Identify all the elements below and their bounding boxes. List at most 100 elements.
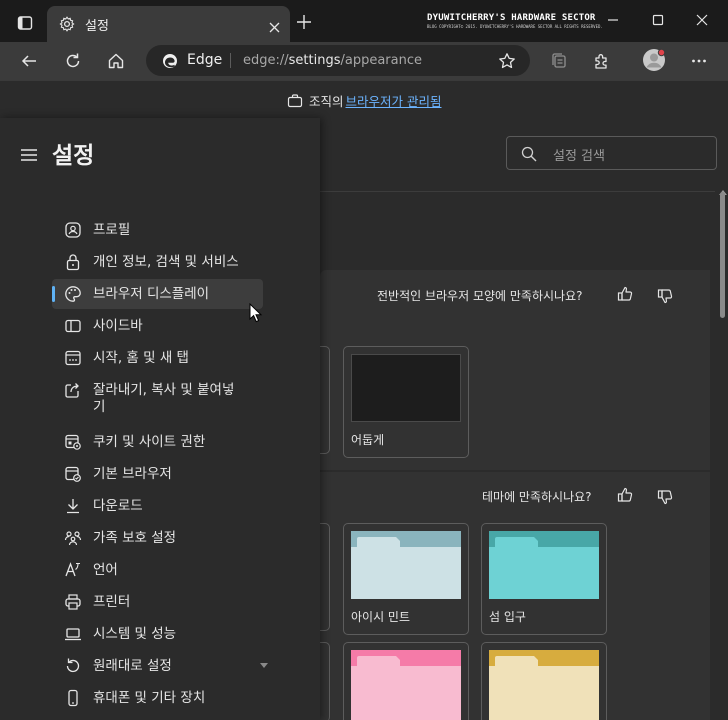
theme-label: 섬 입구	[489, 610, 526, 624]
managed-prefix: 조직의	[309, 94, 344, 109]
close-window-icon[interactable]	[694, 12, 710, 28]
sidebar-item-start-home[interactable]: 시작, 홈 및 새 탭	[52, 343, 263, 373]
more-menu-icon[interactable]	[687, 50, 711, 72]
sidebar-item-label: 프로필	[93, 222, 131, 238]
tab-actions-button[interactable]	[10, 11, 40, 35]
theme-label: 아이시 민트	[351, 610, 411, 624]
hamburger-menu-icon[interactable]	[20, 147, 38, 166]
briefcase-icon	[287, 93, 303, 108]
sidebar-item-reset[interactable]: 원래대로 설정	[52, 651, 268, 681]
theme-card-pink[interactable]	[343, 642, 469, 720]
url-text[interactable]: edge://settings/appearance	[243, 53, 422, 68]
theme-card-icy-mint[interactable]: 아이시 민트	[343, 523, 469, 635]
theme-label: 어둡게	[351, 433, 385, 447]
laptop-icon	[65, 628, 81, 641]
minimize-icon[interactable]	[605, 12, 621, 28]
watermark-subtitle: BLOG COPYRIGHT© 2015. DYUWITCHERRY'S HAR…	[427, 24, 603, 29]
default-browser-icon	[65, 466, 81, 482]
sidebar-item-label: 브라우저 디스플레이	[93, 286, 210, 302]
sidebar-item-label: 잘라내기, 복사 및 붙여넣	[93, 382, 235, 398]
sidebar-item-label-cont: 기	[93, 399, 106, 415]
address-divider	[230, 53, 231, 68]
scrollbar[interactable]	[718, 180, 728, 720]
folder-theme-preview	[351, 531, 461, 599]
sidebar-item-default-browser[interactable]: 기본 브라우저	[52, 459, 263, 489]
address-bar[interactable]: Edge edge://settings/appearance	[146, 45, 530, 76]
thumbs-down-icon[interactable]	[657, 489, 673, 509]
sidebar-item-sidebar[interactable]: 사이드바	[52, 311, 263, 341]
sidebar-icon	[65, 319, 81, 333]
sidebar-item-appearance[interactable]: 브라우저 디스플레이	[52, 279, 263, 309]
theme-card-dark[interactable]: 어둡게	[343, 346, 469, 458]
sidebar-item-label: 다운로드	[93, 498, 143, 514]
settings-sidebar: 설정 프로필 개인 정보, 검색 및 서비스 브라우저 디스플레이 사이드바 시…	[0, 118, 320, 720]
sidebar-item-label: 원래대로 설정	[93, 658, 172, 674]
theme-card-partial[interactable]	[320, 346, 330, 454]
managed-info-bar: 조직의 브라우저가 관리됨	[0, 80, 728, 118]
collections-icon[interactable]	[547, 50, 571, 72]
thumbs-up-icon[interactable]	[617, 487, 633, 507]
edge-logo-icon	[162, 53, 178, 73]
header-divider	[320, 191, 715, 192]
watermark-title: DYUWITCHERRY'S HARDWARE SECTOR	[427, 13, 596, 23]
toolbar: Edge edge://settings/appearance	[0, 42, 728, 80]
sidebar-item-label: 사이드바	[93, 318, 143, 334]
theme-feedback-text: 테마에 만족하시나요?	[482, 490, 592, 504]
settings-search-input[interactable]: 설정 검색	[506, 136, 717, 170]
mouse-cursor-icon	[249, 303, 263, 323]
phone-icon	[68, 689, 78, 707]
favorite-star-icon[interactable]	[498, 52, 516, 74]
browser-label: Edge	[187, 52, 223, 68]
sidebar-item-system[interactable]: 시스템 및 성능	[52, 619, 263, 649]
close-tab-icon[interactable]	[269, 18, 280, 37]
family-icon	[64, 531, 82, 546]
language-icon	[65, 562, 80, 577]
sidebar-item-printers[interactable]: 프린터	[52, 587, 263, 617]
scrollbar-thumb[interactable]	[720, 192, 725, 318]
palette-icon	[65, 286, 81, 302]
sidebar-item-downloads[interactable]: 다운로드	[52, 491, 263, 521]
new-tab-icon[interactable]	[296, 14, 312, 34]
sidebar-item-profile[interactable]: 프로필	[52, 215, 263, 245]
theme-card-island[interactable]: 섬 입구	[481, 523, 607, 635]
download-icon	[67, 499, 79, 514]
printer-icon	[65, 594, 81, 610]
theme-preview	[351, 354, 461, 422]
theme-card-partial[interactable]	[320, 523, 330, 631]
share-icon	[65, 383, 79, 398]
sidebar-item-label: 개인 정보, 검색 및 서비스	[93, 254, 239, 270]
sidebar-item-label: 시작, 홈 및 새 탭	[93, 350, 189, 366]
extensions-icon[interactable]	[590, 50, 614, 72]
sidebar-item-family[interactable]: 가족 보호 설정	[52, 523, 263, 553]
maximize-icon[interactable]	[650, 12, 666, 28]
thumbs-up-icon[interactable]	[617, 286, 633, 306]
folder-theme-preview	[489, 531, 599, 599]
panel-divider	[320, 470, 710, 472]
theme-card-yellow[interactable]	[481, 642, 607, 720]
sidebar-item-cookies[interactable]: 쿠키 및 사이트 권한	[52, 427, 263, 457]
lock-icon	[66, 254, 80, 271]
sidebar-item-label: 가족 보호 설정	[93, 530, 177, 546]
managed-link[interactable]: 브라우저가 관리됨	[346, 91, 442, 110]
tab-title: 설정	[85, 19, 109, 34]
home-icon[interactable]	[104, 50, 128, 72]
gear-icon	[59, 16, 75, 36]
profile-avatar[interactable]	[640, 47, 668, 73]
sidebar-item-languages[interactable]: 언어	[52, 555, 263, 585]
sidebar-item-label: 시스템 및 성능	[93, 626, 177, 642]
sidebar-item-label: 쿠키 및 사이트 권한	[93, 434, 206, 450]
reset-icon	[66, 658, 80, 673]
sidebar-item-share-copy-paste[interactable]: 잘라내기, 복사 및 붙여넣 기	[52, 375, 263, 421]
tab-settings[interactable]: 설정	[47, 6, 290, 42]
theme-card-partial[interactable]	[320, 642, 330, 720]
sidebar-item-label: 프린터	[93, 594, 131, 610]
sidebar-item-privacy[interactable]: 개인 정보, 검색 및 서비스	[52, 247, 263, 277]
url-host: settings	[288, 53, 341, 68]
thumbs-down-icon[interactable]	[657, 288, 673, 308]
refresh-icon[interactable]	[61, 50, 85, 72]
title-bar: 설정 DYUWITCHERRY'S HARDWARE SECTOR BLOG C…	[0, 0, 728, 42]
sidebar-item-label: 기본 브라우저	[93, 466, 172, 482]
sidebar-item-phone[interactable]: 휴대폰 및 기타 장치	[52, 683, 263, 713]
back-icon[interactable]	[17, 50, 41, 72]
search-placeholder: 설정 검색	[553, 149, 605, 164]
